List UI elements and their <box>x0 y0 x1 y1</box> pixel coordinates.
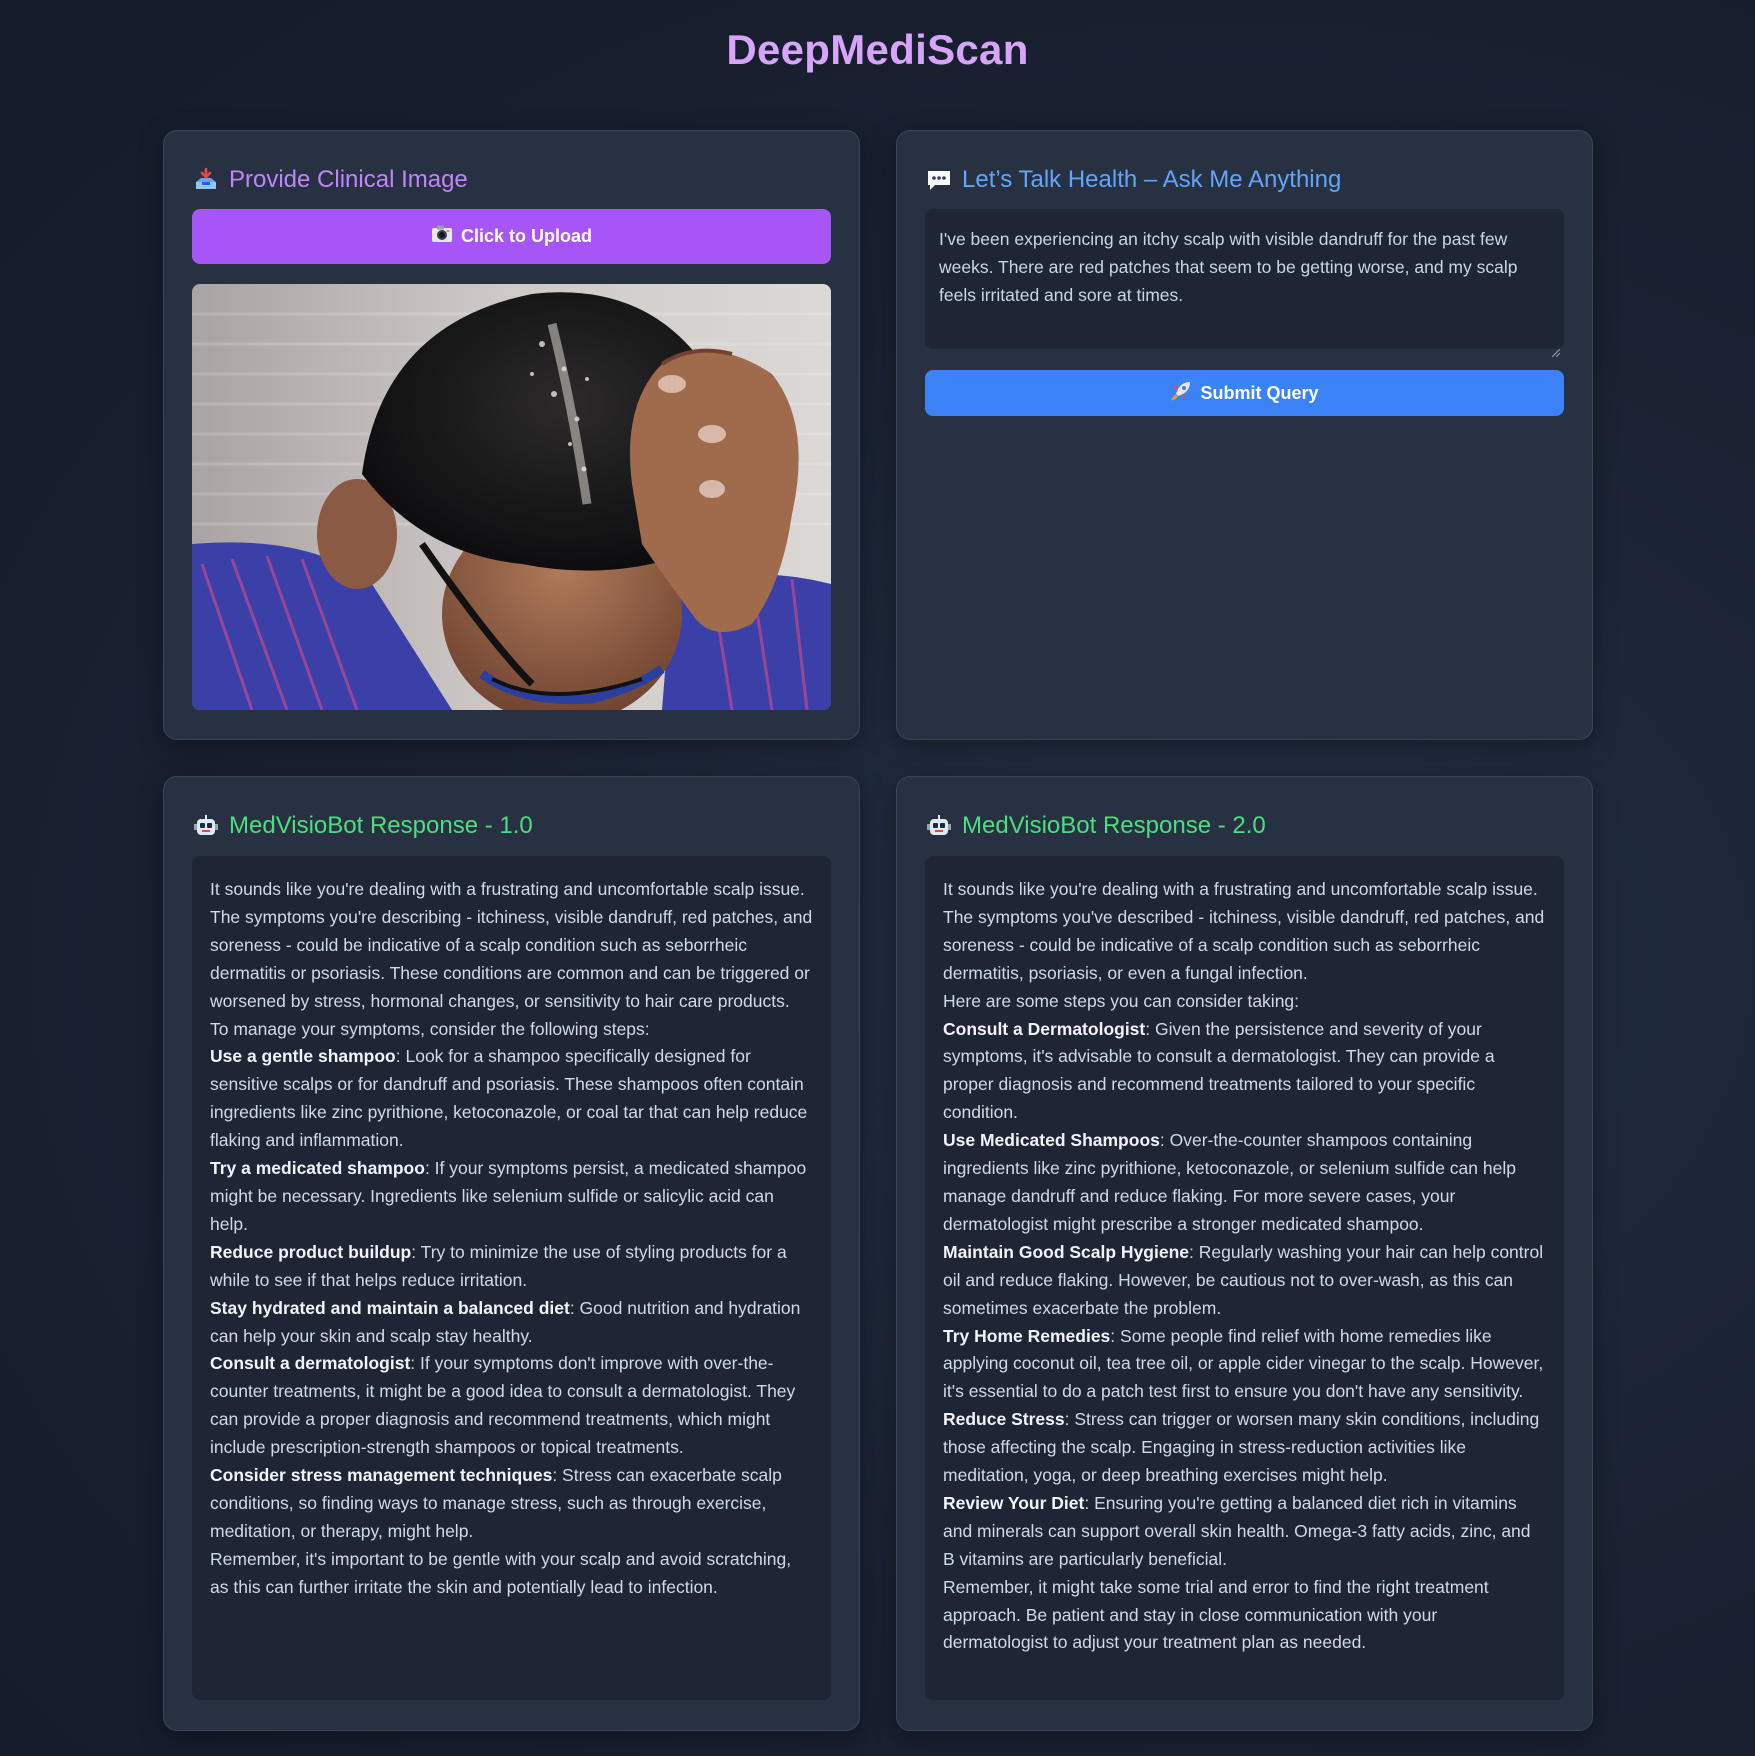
upload-button[interactable]: Click to Upload <box>192 209 831 264</box>
query-text: I've been experiencing an itchy scalp wi… <box>939 229 1518 305</box>
response-card-2: MedVisioBot Response - 2.0 It sounds lik… <box>896 776 1593 1731</box>
response-2-outro: Remember, it might take some trial and e… <box>943 1576 1489 1653</box>
upload-card-title: Provide Clinical Image <box>229 166 468 193</box>
step-title: Use a gentle shampoo <box>210 1046 396 1067</box>
robot-icon <box>926 813 952 839</box>
step-title: Consult a dermatologist <box>210 1353 411 1374</box>
response-2-lead: Here are some steps you can consider tak… <box>943 990 1300 1011</box>
response-2-intro: It sounds like you're dealing with a fru… <box>943 879 1545 983</box>
step-title: Try Home Remedies <box>943 1325 1111 1346</box>
camera-icon <box>431 224 453 249</box>
response-1-body: It sounds like you're dealing with a fru… <box>192 856 831 1700</box>
response-1-step: Reduce product buildup: Try to minimize … <box>210 1239 813 1295</box>
response-1-step: Use a gentle shampoo: Look for a shampoo… <box>210 1043 813 1155</box>
upload-card: Provide Clinical Image Click to Upload <box>163 130 860 740</box>
response-1-lead: To manage your symptoms, consider the fo… <box>210 1018 650 1039</box>
response-1-step: Try a medicated shampoo: If your symptom… <box>210 1155 813 1239</box>
response-1-header: MedVisioBot Response - 1.0 <box>193 809 533 843</box>
response-2-step: Use Medicated Shampoos: Over-the-counter… <box>943 1127 1546 1239</box>
step-title: Use Medicated Shampoos <box>943 1130 1160 1151</box>
query-textarea[interactable]: I've been experiencing an itchy scalp wi… <box>925 209 1564 358</box>
response-1-outro: Remember, it's important to be gentle wi… <box>210 1548 792 1597</box>
step-title: Reduce product buildup <box>210 1241 412 1262</box>
response-card-1: MedVisioBot Response - 1.0 It sounds lik… <box>163 776 860 1731</box>
rocket-icon <box>1170 380 1192 407</box>
query-card-header: Let’s Talk Health – Ask Me Anything <box>926 163 1341 197</box>
step-title: Reduce Stress <box>943 1409 1065 1430</box>
submit-button-label: Submit Query <box>1200 382 1319 403</box>
step-title: Try a medicated shampoo <box>210 1158 425 1179</box>
response-2-body: It sounds like you're dealing with a fru… <box>925 856 1564 1700</box>
response-2-step: Review Your Diet: Ensuring you're gettin… <box>943 1490 1546 1574</box>
response-2-header: MedVisioBot Response - 2.0 <box>926 809 1266 843</box>
response-1-step: Consider stress management techniques: S… <box>210 1462 813 1546</box>
submit-query-button[interactable]: Submit Query <box>925 370 1564 416</box>
response-1-intro: It sounds like you're dealing with a fru… <box>210 879 813 1011</box>
inbox-tray-icon <box>193 167 219 193</box>
upload-card-header: Provide Clinical Image <box>193 163 468 197</box>
response-2-step: Consult a Dermatologist: Given the persi… <box>943 1016 1546 1128</box>
robot-icon <box>193 813 219 839</box>
response-2-step: Try Home Remedies: Some people find reli… <box>943 1323 1546 1407</box>
speech-bubble-icon <box>926 167 952 193</box>
response-2-step: Reduce Stress: Stress can trigger or wor… <box>943 1406 1546 1490</box>
clinical-image-preview <box>192 284 831 710</box>
step-title: Stay hydrated and maintain a balanced di… <box>210 1297 570 1318</box>
step-title: Consider stress management techniques <box>210 1465 553 1486</box>
response-1-step: Stay hydrated and maintain a balanced di… <box>210 1295 813 1351</box>
query-card-title: Let’s Talk Health – Ask Me Anything <box>962 166 1342 193</box>
app-title: DeepMediScan <box>726 26 1029 73</box>
response-1-step: Consult a dermatologist: If your symptom… <box>210 1350 813 1462</box>
query-card: Let’s Talk Health – Ask Me Anything I've… <box>896 130 1593 740</box>
response-2-title: MedVisioBot Response - 2.0 <box>962 812 1266 839</box>
response-1-title: MedVisioBot Response - 1.0 <box>229 812 533 839</box>
step-title: Maintain Good Scalp Hygiene <box>943 1241 1190 1262</box>
step-title: Review Your Diet <box>943 1492 1085 1513</box>
step-title: Consult a Dermatologist <box>943 1018 1146 1039</box>
resize-grip-icon[interactable] <box>1551 337 1561 358</box>
upload-button-label: Click to Upload <box>460 226 592 246</box>
response-2-step: Maintain Good Scalp Hygiene: Regularly w… <box>943 1239 1546 1323</box>
